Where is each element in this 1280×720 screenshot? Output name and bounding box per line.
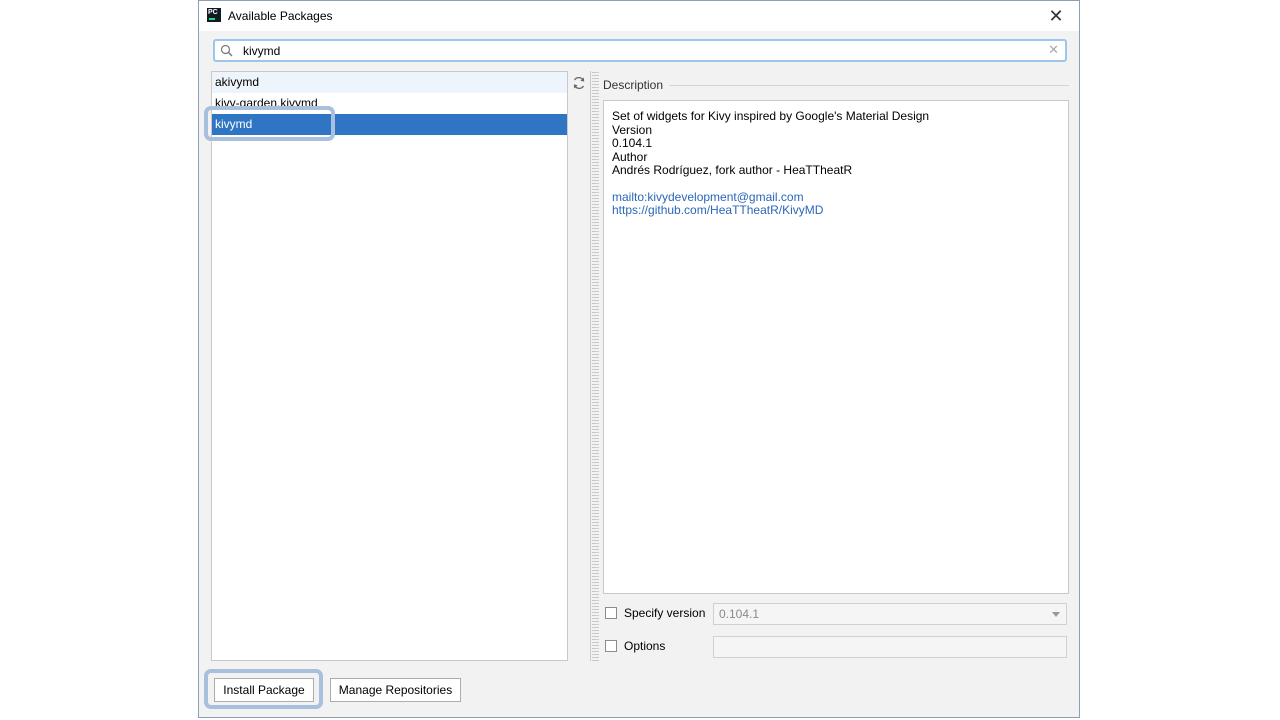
refresh-icon[interactable] [571, 75, 587, 91]
title-bar: PC Available Packages ✕ [199, 1, 1079, 31]
options-field [713, 636, 1067, 658]
author-heading: Author [612, 149, 648, 164]
package-author: Andrés Rodríguez, fork author - HeaTThea… [612, 163, 853, 177]
package-list[interactable]: akivymd kivy-garden.kivymd kivymd [211, 71, 568, 661]
version-dropdown: 0.104.1 [713, 603, 1067, 625]
search-field[interactable]: ✕ [213, 39, 1067, 62]
app-icon-text: PC [208, 9, 218, 16]
package-summary: Set of widgets for Kivy inspired by Goog… [612, 109, 930, 123]
options-label[interactable]: Options [624, 639, 665, 653]
specify-version-label[interactable]: Specify version [624, 606, 705, 620]
description-panel: Set of widgets for Kivy inspired by Goog… [603, 100, 1069, 594]
package-item-kivymd[interactable]: kivymd [212, 114, 567, 135]
package-version: 0.104.1 [612, 136, 653, 150]
specify-version-checkbox[interactable] [605, 607, 617, 619]
panel-splitter[interactable] [592, 71, 599, 661]
package-item-kivy-garden-kivymd[interactable]: kivy-garden.kivymd [212, 93, 567, 114]
description-heading: Description [603, 78, 670, 92]
description-separator [664, 85, 1069, 86]
manage-repositories-button[interactable]: Manage Repositories [330, 678, 461, 702]
available-packages-dialog: PC Available Packages ✕ ✕ akivymd kivy-g… [198, 0, 1080, 718]
search-input[interactable] [243, 43, 1023, 59]
install-package-button[interactable]: Install Package [214, 678, 314, 702]
project-homepage-link[interactable]: https://github.com/HeaTTheatR/KivyMD [612, 203, 1060, 218]
close-icon[interactable]: ✕ [1041, 5, 1071, 27]
options-checkbox[interactable] [605, 640, 617, 652]
pycharm-icon: PC [207, 8, 221, 22]
clear-search-icon[interactable]: ✕ [1048, 42, 1059, 58]
chevron-down-icon [1052, 612, 1060, 617]
package-item-akivymd[interactable]: akivymd [212, 72, 567, 93]
list-toolbar [568, 71, 591, 661]
author-email-link[interactable]: mailto:kivydevelopment@gmail.com [612, 190, 1060, 205]
search-icon[interactable] [220, 44, 234, 58]
version-dropdown-value: 0.104.1 [719, 607, 760, 621]
version-heading: Version [612, 122, 653, 137]
dialog-title: Available Packages [228, 9, 333, 23]
